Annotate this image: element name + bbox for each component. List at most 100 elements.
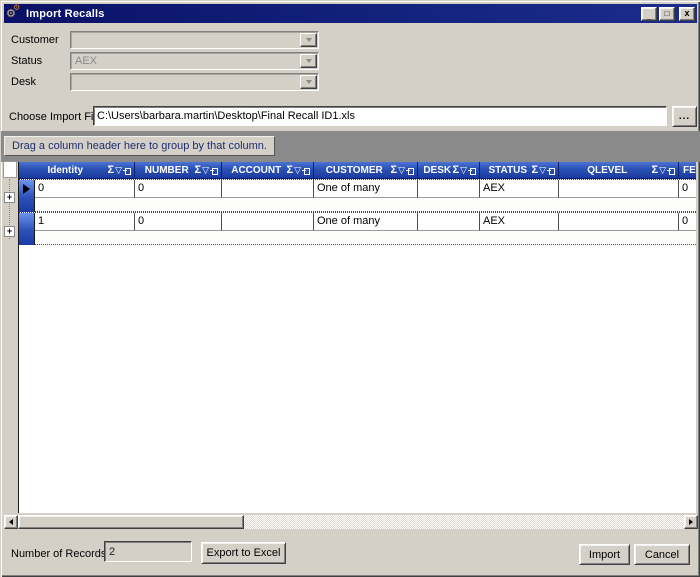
cell-number[interactable]: 0	[135, 180, 222, 198]
column-header-identity[interactable]: IdentityΣ▽	[19, 162, 135, 179]
sum-icon[interactable]: Σ	[651, 165, 658, 176]
scroll-left-button[interactable]	[4, 515, 18, 529]
table-row[interactable]: 10One of manyAEX0	[35, 213, 696, 231]
child-band-strip	[35, 231, 696, 245]
grid-corner-cell	[3, 161, 17, 178]
desk-label: Desk	[11, 76, 36, 88]
horizontal-scrollbar[interactable]	[4, 515, 698, 529]
filter-icon[interactable]: ▽	[539, 166, 546, 175]
column-header-desk[interactable]: DESKΣ▽	[418, 162, 480, 179]
expand-row-button[interactable]: +	[4, 192, 15, 203]
cell-account[interactable]	[222, 180, 314, 198]
column-header-status[interactable]: STATUSΣ▽	[480, 162, 559, 179]
chevron-down-icon	[306, 38, 312, 42]
sum-icon[interactable]: Σ	[107, 165, 114, 176]
close-button[interactable]: x	[679, 7, 695, 21]
customer-label: Customer	[11, 34, 59, 46]
sum-icon[interactable]: Σ	[194, 165, 201, 176]
pin-icon[interactable]	[547, 167, 555, 174]
status-combobox[interactable]: AEX	[70, 52, 319, 70]
column-header-customer[interactable]: CUSTOMERΣ▽	[314, 162, 418, 179]
minimize-button[interactable]: _	[641, 7, 657, 21]
filter-icon[interactable]: ▽	[659, 166, 666, 175]
maximize-button[interactable]: □	[659, 7, 675, 21]
column-header-label: NUMBER	[135, 165, 194, 176]
filter-icon[interactable]: ▽	[115, 166, 122, 175]
column-header-number[interactable]: NUMBERΣ▽	[135, 162, 222, 179]
choose-import-file-label: Choose Import File	[9, 111, 102, 123]
cell-desk[interactable]	[418, 180, 480, 198]
arrow-left-icon	[9, 519, 13, 525]
desk-dropdown-button[interactable]	[300, 75, 317, 89]
cell-qlevel[interactable]	[559, 213, 679, 231]
pin-icon[interactable]	[123, 167, 131, 174]
export-to-excel-button[interactable]: Export to Excel	[201, 542, 286, 564]
column-header-label: CUSTOMER	[314, 165, 390, 176]
filter-icon[interactable]: ▽	[398, 166, 405, 175]
expand-row-button[interactable]: +	[4, 226, 15, 237]
grid-body: 00One of manyAEX010One of manyAEX0	[19, 179, 696, 245]
column-header-fei[interactable]: FEIΣ▽	[679, 162, 696, 179]
cell-desk[interactable]	[418, 213, 480, 231]
status-dropdown-button[interactable]	[300, 54, 317, 68]
group-by-hint: Drag a column header here to group by th…	[4, 136, 275, 156]
column-header-label: Identity	[19, 165, 107, 176]
filter-icon[interactable]: ▽	[202, 166, 209, 175]
cell-status[interactable]: AEX	[480, 213, 559, 231]
column-header-account[interactable]: ACCOUNTΣ▽	[222, 162, 314, 179]
cell-identity[interactable]: 1	[35, 213, 135, 231]
number-of-records-field	[104, 541, 192, 562]
import-recalls-dialog: ⚙⚙ Import Recalls _ □ x Customer Status …	[0, 0, 700, 577]
column-header-label: QLEVEL	[559, 165, 651, 176]
pin-icon[interactable]	[210, 167, 218, 174]
table-row-group: 00One of manyAEX0	[19, 179, 696, 212]
row-selector[interactable]	[19, 180, 35, 212]
title-bar[interactable]: ⚙⚙ Import Recalls _ □ x	[4, 4, 697, 23]
scrollbar-thumb[interactable]	[18, 515, 244, 529]
status-value: AEX	[71, 55, 300, 67]
chevron-down-icon	[306, 80, 312, 84]
gears-icon: ⚙⚙	[6, 6, 22, 21]
pin-icon[interactable]	[468, 167, 476, 174]
arrow-right-icon	[689, 519, 693, 525]
customer-combobox[interactable]	[70, 31, 319, 49]
pin-icon[interactable]	[406, 167, 414, 174]
cell-customer[interactable]: One of many	[314, 213, 418, 231]
desk-combobox[interactable]	[70, 73, 319, 91]
scrollbar-track[interactable]	[244, 515, 684, 529]
sum-icon[interactable]: Σ	[452, 165, 459, 176]
window-title: Import Recalls	[26, 8, 105, 20]
filter-icon[interactable]: ▽	[294, 166, 301, 175]
browse-button[interactable]: ...	[672, 106, 697, 127]
cell-number[interactable]: 0	[135, 213, 222, 231]
pin-icon[interactable]	[302, 167, 310, 174]
customer-dropdown-button[interactable]	[300, 33, 317, 47]
cell-identity[interactable]: 0	[35, 180, 135, 198]
cell-fei[interactable]: 0	[679, 180, 696, 198]
status-label: Status	[11, 55, 42, 67]
cell-qlevel[interactable]	[559, 180, 679, 198]
pin-icon[interactable]	[667, 167, 675, 174]
table-row[interactable]: 00One of manyAEX0	[35, 180, 696, 198]
child-band-strip	[35, 198, 696, 212]
scroll-right-button[interactable]	[684, 515, 698, 529]
sum-icon[interactable]: Σ	[390, 165, 397, 176]
cell-account[interactable]	[222, 213, 314, 231]
cell-customer[interactable]: One of many	[314, 180, 418, 198]
grid-header: IdentityΣ▽NUMBERΣ▽ACCOUNTΣ▽CUSTOMERΣ▽DES…	[19, 162, 696, 179]
group-by-band[interactable]: Drag a column header here to group by th…	[1, 131, 700, 162]
column-header-qlevel[interactable]: QLEVELΣ▽	[559, 162, 679, 179]
import-file-input[interactable]	[93, 106, 667, 126]
records-grid[interactable]: IdentityΣ▽NUMBERΣ▽ACCOUNTΣ▽CUSTOMERΣ▽DES…	[18, 162, 696, 513]
filter-icon[interactable]: ▽	[460, 166, 467, 175]
cell-status[interactable]: AEX	[480, 180, 559, 198]
column-header-label: ACCOUNT	[222, 165, 286, 176]
row-selector[interactable]	[19, 213, 35, 245]
sum-icon[interactable]: Σ	[531, 165, 538, 176]
active-row-icon	[23, 184, 30, 194]
cancel-button[interactable]: Cancel	[634, 544, 690, 565]
cell-fei[interactable]: 0	[679, 213, 696, 231]
import-button[interactable]: Import	[579, 544, 630, 565]
column-header-label: FEI	[679, 165, 696, 176]
sum-icon[interactable]: Σ	[286, 165, 293, 176]
